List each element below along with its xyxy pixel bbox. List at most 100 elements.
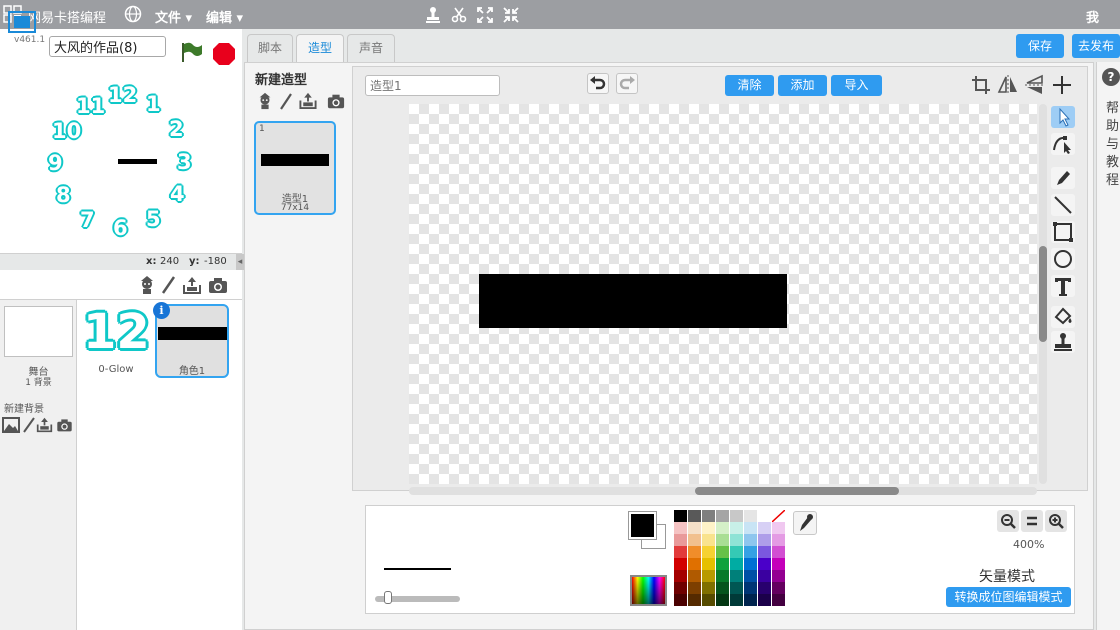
backdrop-paint-icon[interactable] <box>22 417 36 433</box>
color-picker-gradient[interactable] <box>630 575 667 606</box>
color-swatch[interactable] <box>730 510 743 522</box>
color-swatch[interactable] <box>688 534 701 546</box>
color-swatch[interactable] <box>772 570 785 582</box>
project-title-input[interactable] <box>49 36 166 57</box>
costume-name-input[interactable] <box>365 75 500 96</box>
clear-button[interactable]: 清除 <box>725 75 774 96</box>
color-swatch[interactable] <box>674 546 687 558</box>
backdrop-library-icon[interactable] <box>2 417 20 433</box>
camera-icon[interactable] <box>208 275 228 295</box>
color-swatch[interactable] <box>730 582 743 594</box>
sprite-item-0-glow[interactable]: 12 0-Glow <box>80 304 152 377</box>
color-swatch[interactable] <box>688 558 701 570</box>
stage-thumbnail[interactable] <box>4 306 73 357</box>
color-swatch[interactable] <box>716 594 729 606</box>
fullscreen-icon[interactable] <box>8 11 36 33</box>
color-swatch[interactable] <box>688 522 701 534</box>
crop-icon[interactable] <box>970 74 992 96</box>
color-swatch[interactable] <box>758 522 771 534</box>
color-swatch[interactable] <box>702 510 715 522</box>
color-swatch[interactable] <box>688 594 701 606</box>
upload-icon[interactable] <box>182 275 202 295</box>
color-swatch[interactable] <box>688 546 701 558</box>
line-tool-icon[interactable] <box>1051 194 1075 216</box>
undo-icon[interactable] <box>587 73 609 94</box>
primary-color-swatch[interactable] <box>629 512 656 539</box>
color-swatch[interactable] <box>716 570 729 582</box>
sprite-info-icon[interactable]: i <box>153 302 170 319</box>
color-swatch[interactable] <box>772 582 785 594</box>
color-swatch[interactable] <box>702 558 715 570</box>
green-flag-icon[interactable] <box>180 41 204 63</box>
shrink-icon[interactable] <box>501 5 521 25</box>
color-swatch[interactable] <box>744 546 757 558</box>
tab-scripts[interactable]: 脚本 <box>247 34 293 62</box>
fill-tool-icon[interactable] <box>1051 306 1075 328</box>
paint-brush-icon[interactable] <box>159 275 179 295</box>
color-swatch[interactable] <box>758 510 771 522</box>
color-swatch[interactable] <box>688 570 701 582</box>
color-swatch[interactable] <box>744 522 757 534</box>
grow-icon[interactable] <box>475 5 495 25</box>
menu-file[interactable]: 文件 ▾ <box>155 7 192 26</box>
color-swatch[interactable] <box>716 534 729 546</box>
color-swatch[interactable] <box>744 558 757 570</box>
rectangle-tool-icon[interactable] <box>1051 221 1075 243</box>
convert-to-bitmap-button[interactable]: 转换成位图编辑模式 <box>946 587 1071 607</box>
color-swatch[interactable] <box>674 570 687 582</box>
user-menu[interactable]: 我 <box>1086 7 1099 26</box>
color-swatch[interactable] <box>674 510 687 522</box>
color-swatch[interactable] <box>702 546 715 558</box>
color-swatch[interactable] <box>702 534 715 546</box>
reshape-tool-icon[interactable] <box>1051 133 1075 155</box>
collapse-stage-handle[interactable]: ◂ <box>236 254 244 270</box>
color-swatch[interactable] <box>674 594 687 606</box>
help-icon[interactable]: ? <box>1102 68 1120 86</box>
line-width-slider-knob[interactable] <box>384 591 392 604</box>
set-center-icon[interactable] <box>1051 74 1073 96</box>
color-swatch[interactable] <box>744 594 757 606</box>
clock-hand-sprite[interactable] <box>118 159 157 164</box>
color-swatch[interactable] <box>758 534 771 546</box>
costume-item[interactable]: 1 造型1 77x14 <box>254 121 336 215</box>
save-button[interactable]: 保存 <box>1016 34 1064 58</box>
color-swatch[interactable] <box>716 582 729 594</box>
pencil-tool-icon[interactable] <box>1051 167 1075 189</box>
color-swatch[interactable] <box>674 522 687 534</box>
vertical-scroll-thumb[interactable] <box>1039 246 1047 342</box>
color-swatch[interactable] <box>730 522 743 534</box>
color-swatch[interactable] <box>744 570 757 582</box>
tab-sounds[interactable]: 声音 <box>347 34 395 62</box>
redo-icon[interactable] <box>616 73 638 94</box>
color-swatch[interactable] <box>702 522 715 534</box>
color-swatch[interactable] <box>716 522 729 534</box>
help-tutorial-label[interactable]: 帮助与教程 <box>1106 100 1120 190</box>
rectangle-shape[interactable] <box>479 274 787 328</box>
color-swatch[interactable] <box>730 558 743 570</box>
select-tool-icon[interactable] <box>1051 106 1075 128</box>
color-swatch[interactable] <box>674 534 687 546</box>
flip-horizontal-icon[interactable] <box>997 74 1019 96</box>
stamp-tool-icon[interactable] <box>1051 331 1075 353</box>
stamp-icon[interactable] <box>423 5 443 25</box>
color-swatch[interactable] <box>772 546 785 558</box>
add-button[interactable]: 添加 <box>778 75 827 96</box>
backdrop-upload-icon[interactable] <box>36 416 53 433</box>
menu-edit[interactable]: 编辑 ▾ <box>206 7 243 26</box>
flip-vertical-icon[interactable] <box>1024 74 1046 96</box>
backdrop-camera-icon[interactable] <box>56 417 73 433</box>
color-swatch[interactable] <box>772 594 785 606</box>
ellipse-tool-icon[interactable] <box>1051 248 1075 270</box>
sprite-library-icon[interactable] <box>137 275 157 295</box>
color-swatch[interactable] <box>772 558 785 570</box>
transparent-swatch[interactable] <box>772 510 785 522</box>
color-swatch[interactable] <box>716 558 729 570</box>
horizontal-scroll-thumb[interactable] <box>695 487 899 495</box>
color-swatch[interactable] <box>730 570 743 582</box>
color-swatch[interactable] <box>758 582 771 594</box>
color-swatch[interactable] <box>758 570 771 582</box>
stage-canvas[interactable]: 12 1 2 3 4 5 6 7 8 9 10 11 <box>0 71 242 254</box>
globe-icon[interactable] <box>124 5 142 23</box>
zoom-in-icon[interactable] <box>1045 510 1067 532</box>
costume-paint-icon[interactable] <box>278 92 294 110</box>
